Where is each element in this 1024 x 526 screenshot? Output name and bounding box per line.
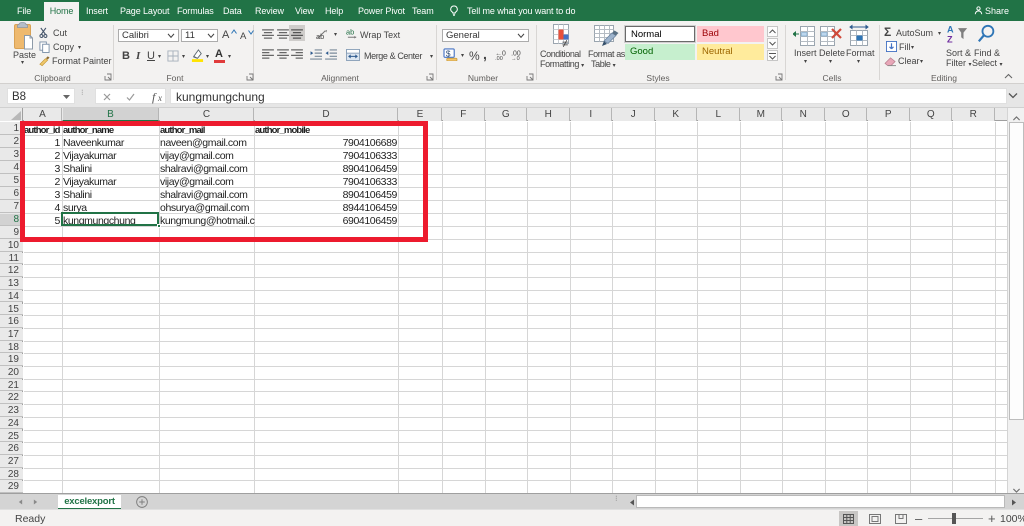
svg-text:ab: ab [346, 28, 354, 36]
svg-text:$: $ [446, 48, 451, 58]
svg-text:ab: ab [316, 32, 324, 40]
svg-text:→0: →0 [511, 56, 520, 60]
svg-text:≠: ≠ [562, 38, 568, 48]
svg-text:Z: Z [947, 35, 953, 45]
svg-text:.00: .00 [495, 56, 503, 60]
svg-text:A: A [947, 25, 954, 35]
